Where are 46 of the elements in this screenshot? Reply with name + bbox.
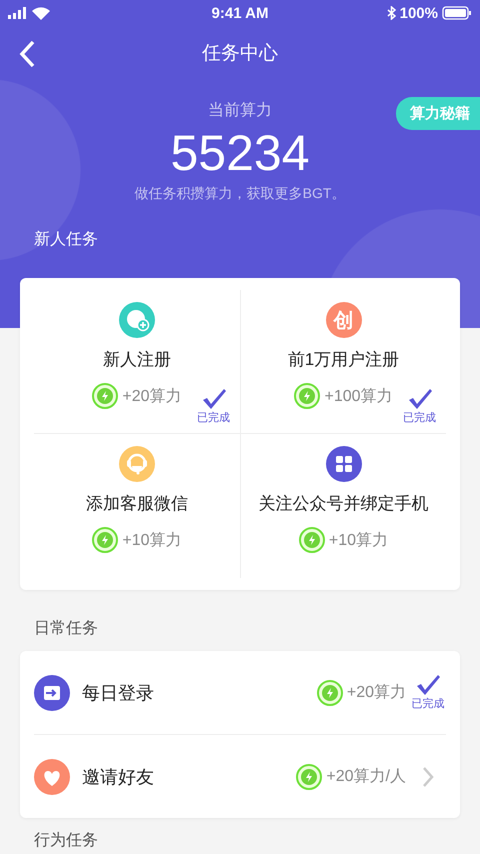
task-card[interactable]: 添加客服微信 +10算力	[34, 434, 240, 578]
headset-icon	[119, 446, 155, 482]
task-title: 每日登录	[82, 682, 155, 704]
section-title: 日常任务	[34, 618, 98, 639]
login-icon	[34, 674, 70, 710]
status-time: 9:41 AM	[212, 4, 268, 22]
grid-icon	[326, 446, 362, 482]
reward-text: +10算力	[328, 530, 388, 550]
task-title: 添加客服微信	[86, 493, 188, 515]
coin-icon	[296, 764, 322, 790]
section-title: 行为任务	[34, 832, 98, 850]
points-value: 55234	[170, 124, 310, 183]
task-card[interactable]: 创 前1万用户注册 +100算力 已完成	[240, 290, 446, 434]
points-label: 当前算力	[208, 100, 272, 121]
task-card[interactable]: 新人注册 +20算力 已完成	[34, 290, 240, 434]
page-title: 任务中心	[202, 42, 278, 66]
reward-text: +100算力	[324, 386, 393, 406]
reward-text: +20算力/人	[326, 766, 406, 787]
battery-percent: 100%	[400, 4, 438, 22]
battery-icon	[442, 6, 472, 20]
task-title: 邀请好友	[82, 766, 155, 788]
task-title: 新人注册	[103, 349, 171, 371]
coin-icon	[298, 527, 325, 553]
back-icon[interactable]	[18, 40, 36, 68]
task-title: 关注公众号并绑定手机	[258, 493, 428, 515]
task-row[interactable]: 邀请好友 +20算力/人	[34, 735, 446, 818]
bluetooth-icon	[386, 6, 396, 20]
task-title: 前1万用户注册	[288, 349, 400, 371]
create-icon: 创	[326, 302, 362, 338]
completed-badge: 已完成	[412, 674, 444, 711]
reward-text: +20算力	[346, 682, 406, 703]
completed-badge: 已完成	[403, 388, 436, 425]
section-title: 新人任务	[34, 230, 98, 250]
coin-icon	[316, 680, 343, 706]
reward-text: +10算力	[122, 530, 182, 550]
coin-icon	[92, 527, 118, 553]
signal-icon	[8, 7, 28, 19]
coin-icon	[294, 383, 320, 409]
coin-icon	[92, 383, 118, 409]
wifi-icon	[32, 6, 50, 20]
task-row[interactable]: 每日登录 +20算力 已完成	[34, 651, 446, 735]
task-card[interactable]: 关注公众号并绑定手机 +10算力	[240, 434, 446, 578]
reward-text: +20算力	[122, 386, 182, 406]
add-user-icon	[119, 302, 155, 338]
points-hint: 做任务积攒算力，获取更多BGT。	[134, 185, 346, 203]
completed-badge: 已完成	[197, 388, 230, 425]
